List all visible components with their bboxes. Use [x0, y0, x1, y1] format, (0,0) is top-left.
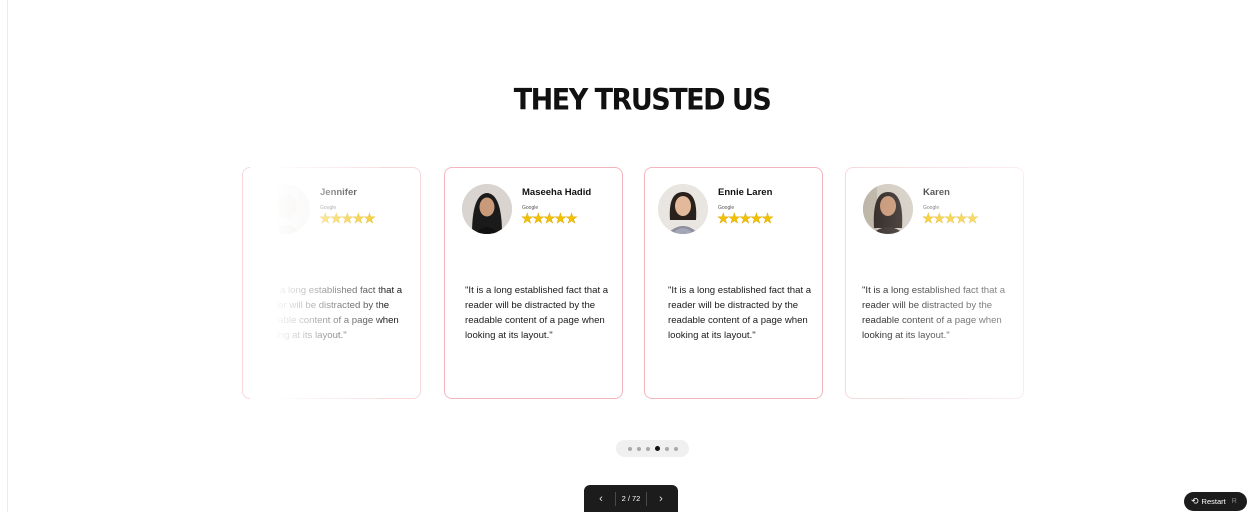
- reviewer-name: Ennie Laren: [718, 187, 773, 198]
- avatar: [462, 184, 512, 234]
- avatar-image: [658, 184, 708, 234]
- pager-divider: [615, 491, 617, 506]
- reviewer-name: Jennifer: [320, 187, 357, 198]
- carousel-dot[interactable]: [645, 446, 650, 451]
- star-rating: ★★★★★: [521, 211, 578, 227]
- avatar-image: [863, 184, 913, 234]
- restart-button[interactable]: ⟲ Restart R: [1184, 492, 1247, 511]
- reviewer-name: Maseeha Hadid: [522, 187, 592, 198]
- restart-shortcut-key: R: [1231, 498, 1237, 505]
- star-icon: ★★★★★: [717, 211, 774, 227]
- star-rating: ★★★★★: [717, 211, 774, 227]
- testimonial-card[interactable]: Ennie Laren Google ★★★★★ "It is a long e…: [644, 167, 823, 399]
- review-quote: "It is a long established fact that a re…: [862, 285, 1006, 341]
- testimonial-card[interactable]: Karen Google ★★★★★ "It is a long establi…: [845, 167, 1024, 399]
- carousel-dot[interactable]: [664, 446, 669, 451]
- chevron-right-icon[interactable]: ›: [652, 490, 670, 508]
- avatar: [658, 184, 708, 234]
- review-quote: "It is a long established fact that a re…: [668, 285, 812, 341]
- star-rating: ★★★★★: [922, 211, 979, 227]
- slide-counter: 2 / 72: [621, 494, 641, 503]
- star-icon: ★★★★★: [521, 211, 578, 227]
- testimonial-carousel[interactable]: Jennifer Google ★★★★★ "It is a long esta…: [0, 0, 1250, 512]
- carousel-pagination: [616, 440, 689, 457]
- star-icon: ★★★★★: [319, 211, 376, 227]
- restart-icon: ⟲: [1191, 496, 1199, 506]
- pager-divider: [645, 491, 647, 506]
- carousel-dot-active[interactable]: [654, 446, 660, 451]
- review-quote: "It is a long established fact that a re…: [259, 285, 403, 341]
- reviewer-name: Karen: [923, 187, 950, 198]
- avatar: [863, 184, 913, 234]
- carousel-dot[interactable]: [673, 446, 678, 451]
- carousel-edge-mask: [250, 160, 277, 410]
- card-header: Ennie Laren Google ★★★★★: [658, 184, 808, 236]
- review-quote: "It is a long established fact that a re…: [465, 285, 609, 341]
- card-header: Maseeha Hadid Google ★★★★★: [462, 184, 612, 236]
- carousel-dot[interactable]: [627, 446, 632, 451]
- avatar-image: [462, 184, 512, 234]
- testimonial-card[interactable]: Maseeha Hadid Google ★★★★★ "It is a long…: [444, 167, 623, 399]
- card-header: Karen Google ★★★★★: [863, 184, 1013, 236]
- star-icon: ★★★★★: [922, 211, 979, 227]
- chevron-left-icon[interactable]: ‹: [592, 490, 610, 508]
- card-header: Jennifer Google ★★★★★: [260, 184, 410, 236]
- page: THEY TRUSTED US Jennifer Google ★★★★★ "I…: [0, 0, 1250, 512]
- restart-label: Restart: [1201, 497, 1226, 506]
- slide-pager: ‹ 2 / 72 ›: [584, 485, 678, 512]
- star-rating: ★★★★★: [319, 211, 376, 227]
- carousel-dot[interactable]: [636, 446, 641, 451]
